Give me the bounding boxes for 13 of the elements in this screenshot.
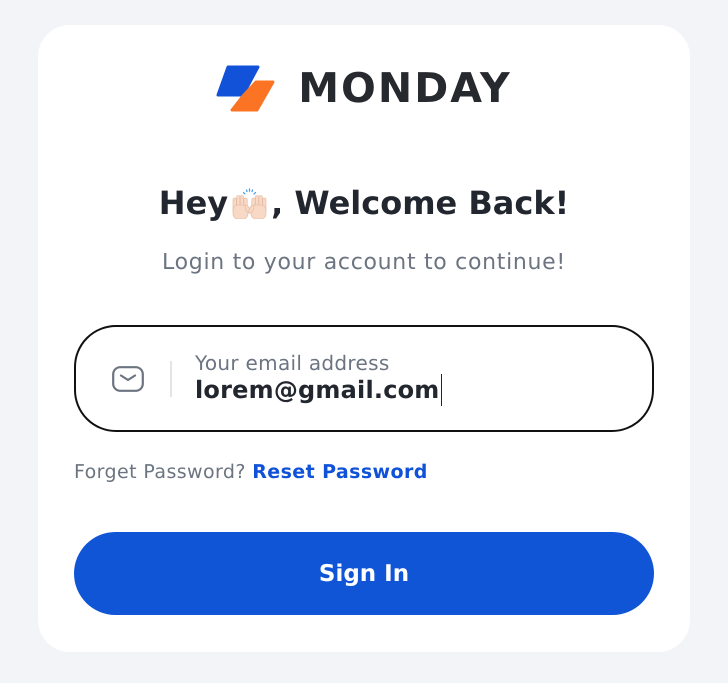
heading-text: , Welcome Back! — [271, 183, 570, 223]
email-field[interactable]: Your email address lorem@gmail.com — [74, 325, 654, 432]
raised-hands-icon — [231, 188, 268, 218]
forgot-password-text: Forget Password? Reset Password — [74, 460, 429, 484]
mail-icon — [112, 366, 144, 392]
reset-password-link[interactable]: Reset Password — [252, 461, 428, 483]
subtitle-text: Login to your account to continue! — [161, 249, 567, 277]
logo-icon — [216, 64, 276, 112]
sign-in-button[interactable]: Sign In — [74, 532, 654, 615]
logo-wordmark: MONDAY — [298, 64, 512, 112]
heading-text: Hey — [158, 183, 228, 223]
floating-label: Your email address — [195, 352, 391, 374]
text-cursor — [440, 374, 442, 406]
